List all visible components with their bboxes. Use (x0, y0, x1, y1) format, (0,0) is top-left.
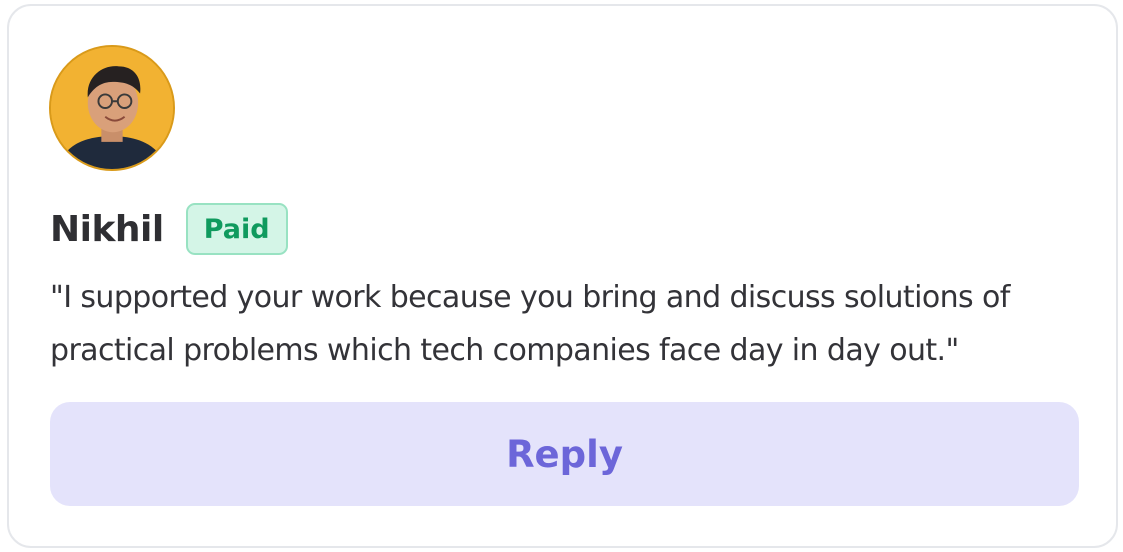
reply-button[interactable]: Reply (50, 402, 1079, 506)
avatar (49, 45, 175, 171)
supporter-name: Nikhil (50, 208, 164, 250)
name-row: Nikhil Paid (50, 202, 288, 256)
paid-badge: Paid (185, 203, 288, 255)
user-avatar-icon (51, 47, 173, 169)
supporter-card: Nikhil Paid "I supported your work becau… (7, 4, 1118, 548)
supporter-message: "I supported your work because you bring… (50, 280, 1010, 368)
